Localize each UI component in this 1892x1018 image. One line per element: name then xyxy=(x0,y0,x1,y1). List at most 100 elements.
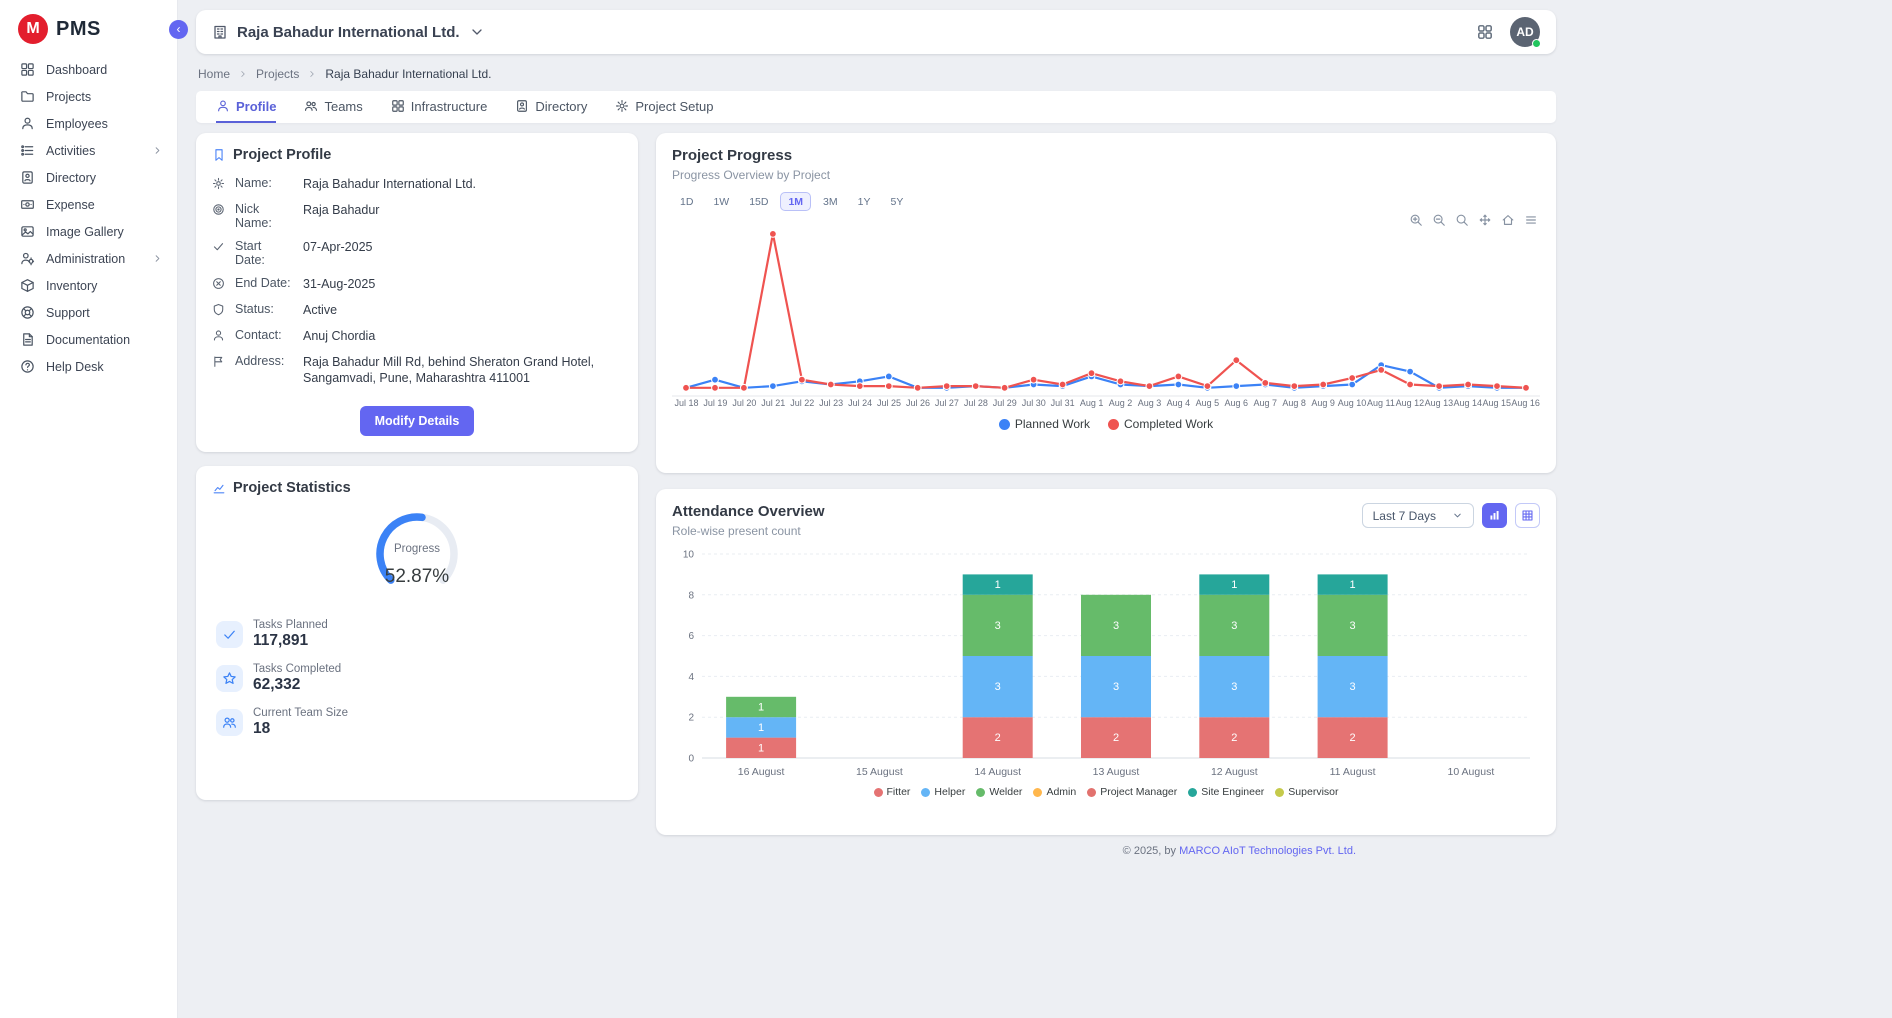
svg-text:3: 3 xyxy=(1350,620,1356,632)
svg-text:3: 3 xyxy=(1231,620,1237,632)
svg-text:2: 2 xyxy=(1350,732,1356,744)
attendance-card-subtitle: Role-wise present count xyxy=(672,524,825,538)
legend-item-project-manager[interactable]: Project Manager xyxy=(1087,786,1177,798)
main-content: Raja Bahadur International Ltd. AD Home P… xyxy=(178,0,1574,871)
chevron-right-icon xyxy=(307,69,317,79)
magnifier-icon[interactable] xyxy=(1455,213,1469,227)
tab-directory[interactable]: Directory xyxy=(515,91,587,123)
breadcrumb: HomeProjectsRaja Bahadur International L… xyxy=(198,67,1558,81)
legend-item-completed-work[interactable]: Completed Work xyxy=(1108,417,1213,431)
legend-label: Fitter xyxy=(887,786,911,798)
sidebar-item-dashboard[interactable]: Dashboard xyxy=(0,56,177,83)
breadcrumb-item[interactable]: Projects xyxy=(256,67,299,81)
infrastructure-icon xyxy=(391,99,405,113)
x-axis-label: Aug 6 xyxy=(1222,398,1251,408)
project-progress-card: Project Progress Progress Overview by Pr… xyxy=(656,133,1556,473)
range-button-5y[interactable]: 5Y xyxy=(882,192,911,211)
legend-item-helper[interactable]: Helper xyxy=(921,786,965,798)
sidebar-item-inventory[interactable]: Inventory xyxy=(0,272,177,299)
sidebar-item-documentation[interactable]: Documentation xyxy=(0,326,177,353)
sidebar-item-administration[interactable]: Administration xyxy=(0,245,177,272)
legend-dot xyxy=(999,419,1010,430)
breadcrumb-item[interactable]: Home xyxy=(198,67,230,81)
svg-text:1: 1 xyxy=(758,742,764,754)
profile-field-contact: Contact:Anuj Chordia xyxy=(212,328,622,345)
sidebar-collapse-button[interactable]: ‹ xyxy=(169,20,188,39)
x-axis-label: Jul 28 xyxy=(961,398,990,408)
svg-text:1: 1 xyxy=(1231,579,1237,591)
legend-label: Site Engineer xyxy=(1201,786,1264,798)
legend-item-planned-work[interactable]: Planned Work xyxy=(999,417,1090,431)
range-button-1m[interactable]: 1M xyxy=(780,192,811,211)
svg-text:3: 3 xyxy=(1231,681,1237,693)
help-icon xyxy=(20,359,35,374)
attendance-overview-card: Attendance Overview Role-wise present co… xyxy=(656,489,1556,835)
tab-profile[interactable]: Profile xyxy=(216,91,276,123)
range-button-15d[interactable]: 15D xyxy=(741,192,776,211)
tab-project-setup[interactable]: Project Setup xyxy=(615,91,713,123)
apps-grid-icon[interactable] xyxy=(1476,23,1494,41)
date-range-select[interactable]: Last 7 Days xyxy=(1362,503,1474,528)
statistics-card-title: Project Statistics xyxy=(233,480,351,496)
user-avatar[interactable]: AD xyxy=(1510,17,1540,47)
stat-items: Tasks Planned117,891Tasks Completed62,33… xyxy=(212,619,622,738)
company-selector[interactable]: Raja Bahadur International Ltd. xyxy=(212,24,485,41)
star-icon xyxy=(216,665,243,692)
tab-teams[interactable]: Teams xyxy=(304,91,362,123)
zoom-in-icon[interactable] xyxy=(1409,213,1423,227)
sidebar-item-help-desk[interactable]: Help Desk xyxy=(0,353,177,380)
legend-item-admin[interactable]: Admin xyxy=(1033,786,1076,798)
menu-icon[interactable] xyxy=(1524,213,1538,227)
x-axis-label: Aug 16 xyxy=(1511,398,1540,408)
stat-label: Tasks Planned xyxy=(253,619,328,631)
table-view-toggle-button[interactable] xyxy=(1515,503,1540,528)
pan-icon[interactable] xyxy=(1478,213,1492,227)
legend-dot xyxy=(1033,788,1042,797)
modify-details-button[interactable]: Modify Details xyxy=(360,406,475,436)
sidebar-item-support[interactable]: Support xyxy=(0,299,177,326)
legend-item-fitter[interactable]: Fitter xyxy=(874,786,911,798)
footer: © 2025, by MARCO AIoT Technologies Pvt. … xyxy=(196,835,1556,871)
footer-link[interactable]: MARCO AIoT Technologies Pvt. Ltd. xyxy=(1179,845,1356,857)
svg-text:1: 1 xyxy=(758,702,764,714)
bookmark-icon xyxy=(212,148,226,162)
topbar-right: AD xyxy=(1476,17,1540,47)
check-icon xyxy=(216,621,243,648)
progress-gauge: Progress52.87% xyxy=(212,506,622,606)
home-icon[interactable] xyxy=(1501,213,1515,227)
sidebar-item-expense[interactable]: Expense xyxy=(0,191,177,218)
svg-text:14 August: 14 August xyxy=(974,766,1021,778)
tab-infrastructure[interactable]: Infrastructure xyxy=(391,91,488,123)
sidebar-item-image-gallery[interactable]: Image Gallery xyxy=(0,218,177,245)
legend-item-welder[interactable]: Welder xyxy=(976,786,1022,798)
x-axis-label: Aug 8 xyxy=(1280,398,1309,408)
profile-field-nick-name: Nick Name:Raja Bahadur xyxy=(212,202,622,230)
x-axis-label: Aug 7 xyxy=(1251,398,1280,408)
person-icon xyxy=(212,329,225,342)
range-button-1w[interactable]: 1W xyxy=(705,192,737,211)
range-button-1y[interactable]: 1Y xyxy=(850,192,879,211)
legend-item-site-engineer[interactable]: Site Engineer xyxy=(1188,786,1264,798)
fingerprint-icon xyxy=(212,203,225,216)
field-label: Nick Name: xyxy=(235,202,293,230)
chevron-down-icon xyxy=(469,24,485,40)
stat-tasks-planned: Tasks Planned117,891 xyxy=(216,619,622,650)
svg-text:1: 1 xyxy=(1350,579,1356,591)
tab-label: Project Setup xyxy=(635,99,713,114)
zoom-out-icon[interactable] xyxy=(1432,213,1446,227)
range-button-3m[interactable]: 3M xyxy=(815,192,846,211)
sidebar-item-activities[interactable]: Activities xyxy=(0,137,177,164)
sidebar-item-employees[interactable]: Employees xyxy=(0,110,177,137)
sidebar-item-projects[interactable]: Projects xyxy=(0,83,177,110)
svg-text:13 August: 13 August xyxy=(1093,766,1140,778)
svg-text:8: 8 xyxy=(688,590,694,601)
bar-view-toggle-button[interactable] xyxy=(1482,503,1507,528)
attendance-chart[interactable]: 024681011116 August15 August233114 Augus… xyxy=(672,544,1540,782)
project-progress-chart[interactable] xyxy=(672,219,1540,397)
x-axis-label: Jul 27 xyxy=(932,398,961,408)
sidebar-item-directory[interactable]: Directory xyxy=(0,164,177,191)
legend-label: Welder xyxy=(989,786,1022,798)
legend-item-supervisor[interactable]: Supervisor xyxy=(1275,786,1338,798)
range-button-1d[interactable]: 1D xyxy=(672,192,701,211)
x-axis-label: Aug 5 xyxy=(1193,398,1222,408)
